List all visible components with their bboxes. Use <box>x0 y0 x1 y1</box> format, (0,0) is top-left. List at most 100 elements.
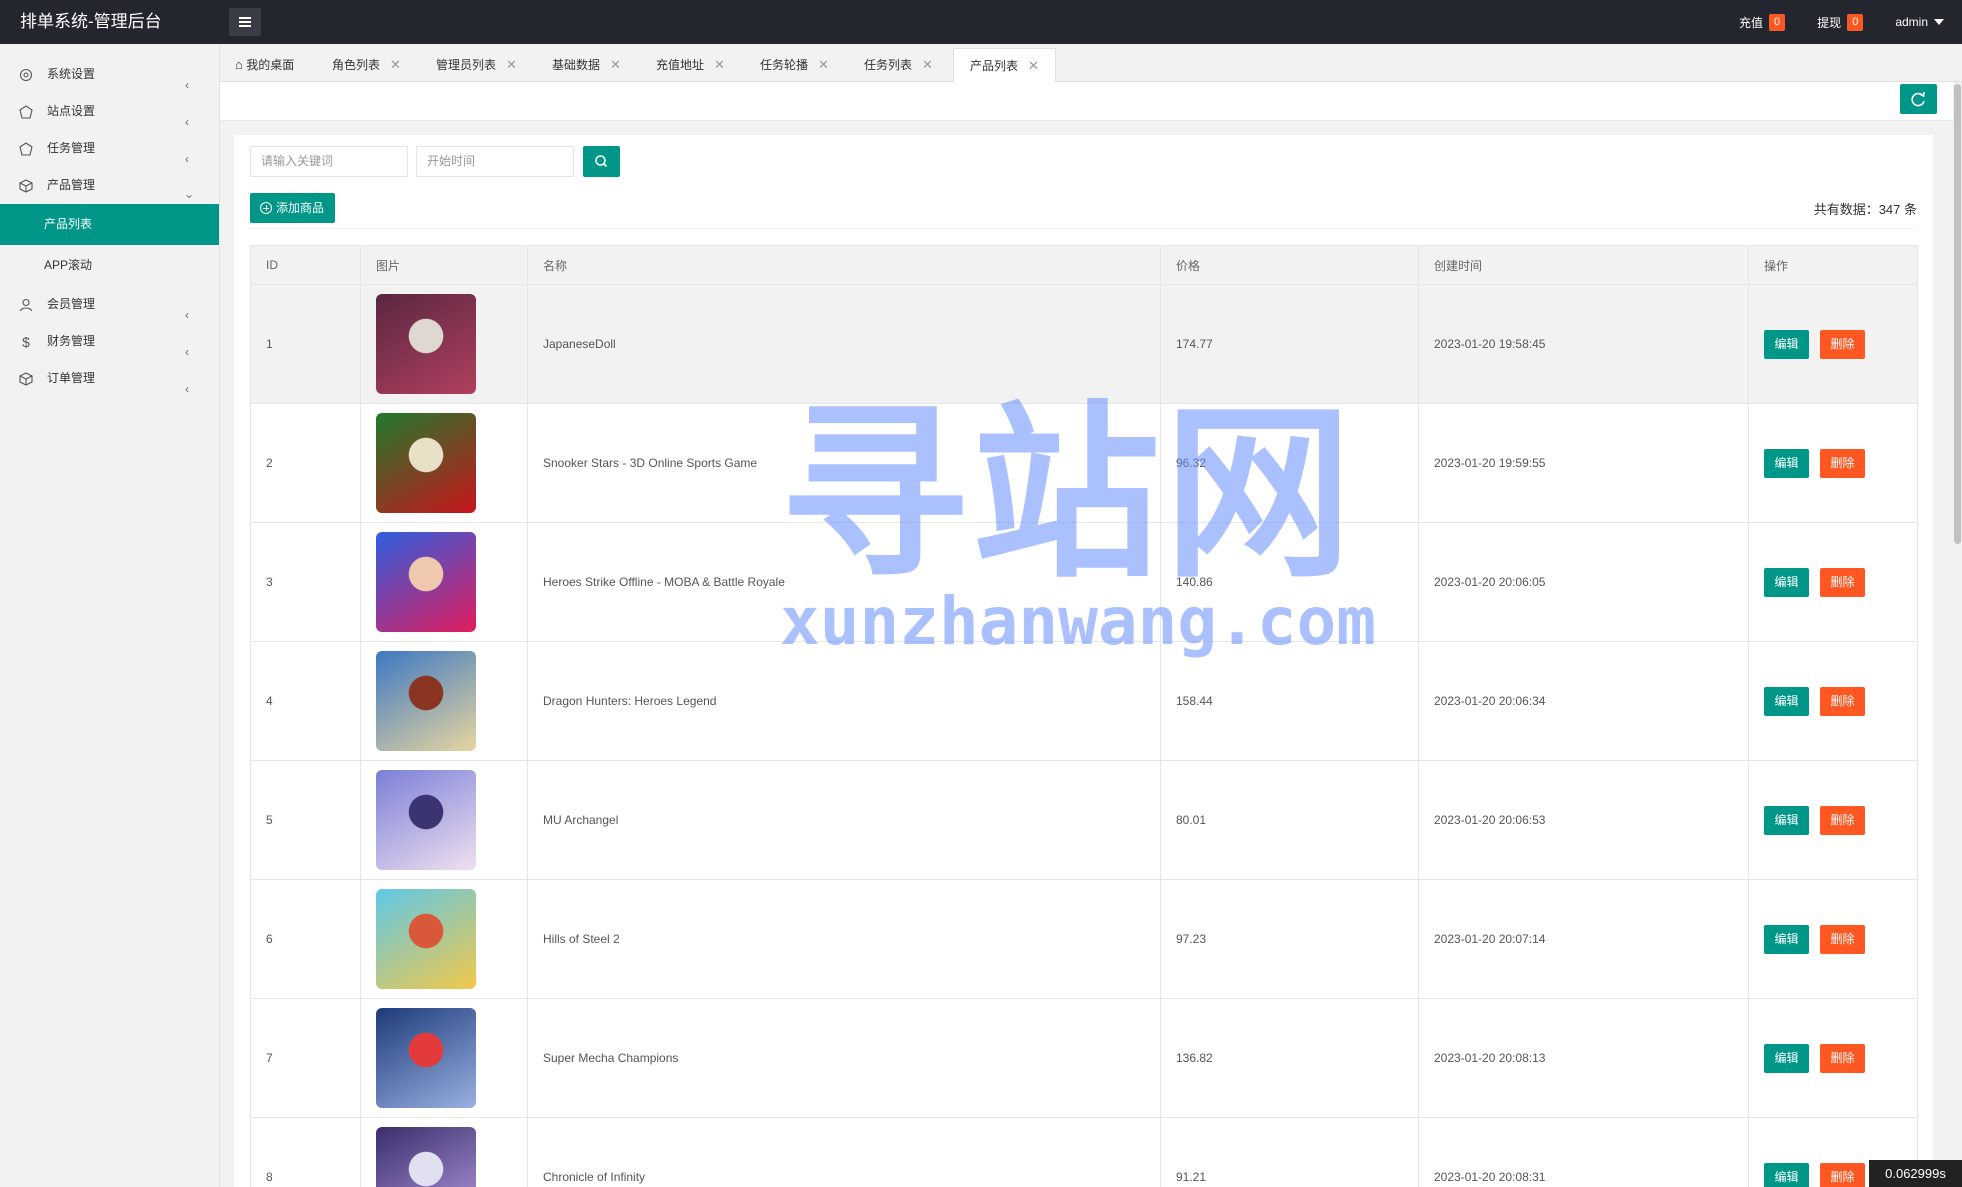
edit-button[interactable]: 编辑 <box>1764 805 1809 835</box>
cell-id: 4 <box>250 641 361 761</box>
refresh-button[interactable] <box>1900 84 1937 114</box>
tab-product-list[interactable]: 产品列表 ✕ <box>953 48 1056 82</box>
cell-name: Heroes Strike Offline - MOBA & Battle Ro… <box>527 522 1161 642</box>
close-icon[interactable]: ✕ <box>506 57 517 72</box>
menu-toggle-button[interactable] <box>229 8 261 36</box>
content-toolbar <box>220 82 1953 121</box>
cell-created: 2023-01-20 19:59:55 <box>1418 403 1749 523</box>
cell-name: Chronicle of Infinity <box>527 1117 1161 1187</box>
delete-button[interactable]: 删除 <box>1820 924 1865 954</box>
divider <box>250 228 1917 229</box>
delete-button[interactable]: 删除 <box>1820 329 1865 359</box>
sidebar-item-finance-management[interactable]: $ 财务管理 ‹ <box>0 323 219 360</box>
keyword-input[interactable]: 请输入关键词 <box>250 146 408 177</box>
cell-actions: 编辑 删除 <box>1748 879 1918 999</box>
start-date-input[interactable]: 开始时间 <box>416 146 574 177</box>
table-row: 1 JapaneseDoll 174.77 2023-01-20 19:58:45 编辑… <box>250 284 1918 404</box>
delete-button[interactable]: 删除 <box>1820 1162 1865 1187</box>
sidebar-item-site-settings[interactable]: 站点设置 ‹ <box>0 93 219 130</box>
edit-button[interactable]: 编辑 <box>1764 686 1809 716</box>
withdraw-link[interactable]: 提现 0 <box>1817 13 1864 31</box>
app-title: 排单系统-管理后台 <box>20 12 162 31</box>
tab-task-carousel[interactable]: 任务轮播 ✕ <box>760 48 829 82</box>
table-row: 7 Super Mecha Champions 136.82 2023-01-20 2… <box>250 998 1918 1118</box>
sidebar-item-product-management[interactable]: 产品管理 ‹ <box>0 167 219 204</box>
edit-button[interactable]: 编辑 <box>1764 329 1809 359</box>
column-header-created: 创建时间 <box>1418 245 1749 285</box>
cell-id: 8 <box>250 1117 361 1187</box>
tab-task-list[interactable]: 任务列表 ✕ <box>864 48 933 82</box>
username: admin <box>1895 15 1928 29</box>
add-product-button[interactable]: 添加商品 <box>250 193 335 223</box>
cell-name: Super Mecha Champions <box>527 998 1161 1118</box>
scrollbar-thumb[interactable] <box>1954 84 1961 544</box>
gear-icon <box>19 68 33 82</box>
tab-admins[interactable]: 管理员列表 ✕ <box>436 48 517 82</box>
table-row: 3 Heroes Strike Offline - MOBA & Battle R… <box>250 522 1918 642</box>
edit-button[interactable]: 编辑 <box>1764 1043 1809 1073</box>
sidebar-item-task-management[interactable]: 任务管理 ‹ <box>0 130 219 167</box>
product-list-card: 请输入关键词 开始时间 添加商品 共有数据：347 条 ID 图片 名称 价格 … <box>234 135 1933 1187</box>
delete-button[interactable]: 删除 <box>1820 1043 1865 1073</box>
cell-image <box>360 1117 528 1187</box>
product-thumbnail <box>376 294 476 394</box>
product-thumbnail <box>376 889 476 989</box>
table-header-row: ID 图片 名称 价格 创建时间 操作 <box>250 245 1918 285</box>
cell-id: 5 <box>250 760 361 880</box>
sidebar-subitem-app-scroll[interactable]: APP滚动 <box>0 245 219 286</box>
sidebar-item-system-settings[interactable]: 系统设置 ‹ <box>0 56 219 93</box>
cell-image <box>360 998 528 1118</box>
edit-button[interactable]: 编辑 <box>1764 567 1809 597</box>
close-icon[interactable]: ✕ <box>610 57 621 72</box>
sidebar-item-label: 任务管理 <box>47 141 96 155</box>
edit-button[interactable]: 编辑 <box>1764 1162 1809 1187</box>
tab-label: 任务轮播 <box>760 58 809 72</box>
close-icon[interactable]: ✕ <box>714 57 725 72</box>
sidebar-subitem-label: APP滚动 <box>44 258 93 272</box>
withdraw-label: 提现 <box>1817 15 1842 30</box>
sidebar: 系统设置 ‹ 站点设置 ‹ 任务管理 ‹ 产品管理 ‹ 产品列表 APP滚动 会… <box>0 44 220 1187</box>
close-icon[interactable]: ✕ <box>390 57 401 72</box>
recharge-count-badge: 0 <box>1769 13 1786 31</box>
tab-basic-data[interactable]: 基础数据 ✕ <box>552 48 621 82</box>
recharge-link[interactable]: 充值 0 <box>1739 13 1786 31</box>
cell-actions: 编辑 删除 <box>1748 284 1918 404</box>
tab-recharge-address[interactable]: 充值地址 ✕ <box>656 48 725 82</box>
column-header-price: 价格 <box>1160 245 1419 285</box>
cell-created: 2023-01-20 20:06:34 <box>1418 641 1749 761</box>
cell-id: 2 <box>250 403 361 523</box>
cell-price: 136.82 <box>1160 998 1419 1118</box>
close-icon[interactable]: ✕ <box>922 57 933 72</box>
sidebar-item-order-management[interactable]: 订单管理 ‹ <box>0 360 219 397</box>
delete-button[interactable]: 删除 <box>1820 686 1865 716</box>
tab-bar: ⌂ 我的桌面 角色列表 ✕ 管理员列表 ✕ 基础数据 ✕ 充值地址 ✕ 任务轮播 ✕ 任务… <box>220 44 1962 82</box>
sidebar-item-member-management[interactable]: 会员管理 ‹ <box>0 286 219 323</box>
user-menu[interactable]: admin <box>1895 15 1944 29</box>
cell-actions: 编辑 删除 <box>1748 760 1918 880</box>
search-button[interactable] <box>583 146 620 177</box>
sidebar-subitem-product-list[interactable]: 产品列表 <box>0 204 219 245</box>
table-row: 2 Snooker Stars - 3D Online Sports Game 96… <box>250 403 1918 523</box>
cell-id: 7 <box>250 998 361 1118</box>
refresh-icon <box>1911 91 1925 107</box>
cell-name: Dragon Hunters: Heroes Legend <box>527 641 1161 761</box>
edit-button[interactable]: 编辑 <box>1764 924 1809 954</box>
close-icon[interactable]: ✕ <box>1028 58 1039 73</box>
edit-button[interactable]: 编辑 <box>1764 448 1809 478</box>
close-icon[interactable]: ✕ <box>818 57 829 72</box>
tab-home[interactable]: ⌂ 我的桌面 <box>235 48 294 82</box>
top-header: 排单系统-管理后台 充值 0 提现 0 admin <box>0 0 1962 44</box>
column-header-image: 图片 <box>360 245 528 285</box>
delete-button[interactable]: 删除 <box>1820 805 1865 835</box>
column-header-name: 名称 <box>527 245 1161 285</box>
cell-price: 91.21 <box>1160 1117 1419 1187</box>
page-scrollbar[interactable] <box>1953 82 1962 1187</box>
hamburger-icon-bar <box>239 25 251 27</box>
cell-name: Hills of Steel 2 <box>527 879 1161 999</box>
add-product-label: 添加商品 <box>276 201 325 215</box>
delete-button[interactable]: 删除 <box>1820 567 1865 597</box>
tab-label: 产品列表 <box>970 59 1019 73</box>
column-header-actions: 操作 <box>1748 245 1918 285</box>
tab-roles[interactable]: 角色列表 ✕ <box>332 48 401 82</box>
delete-button[interactable]: 删除 <box>1820 448 1865 478</box>
